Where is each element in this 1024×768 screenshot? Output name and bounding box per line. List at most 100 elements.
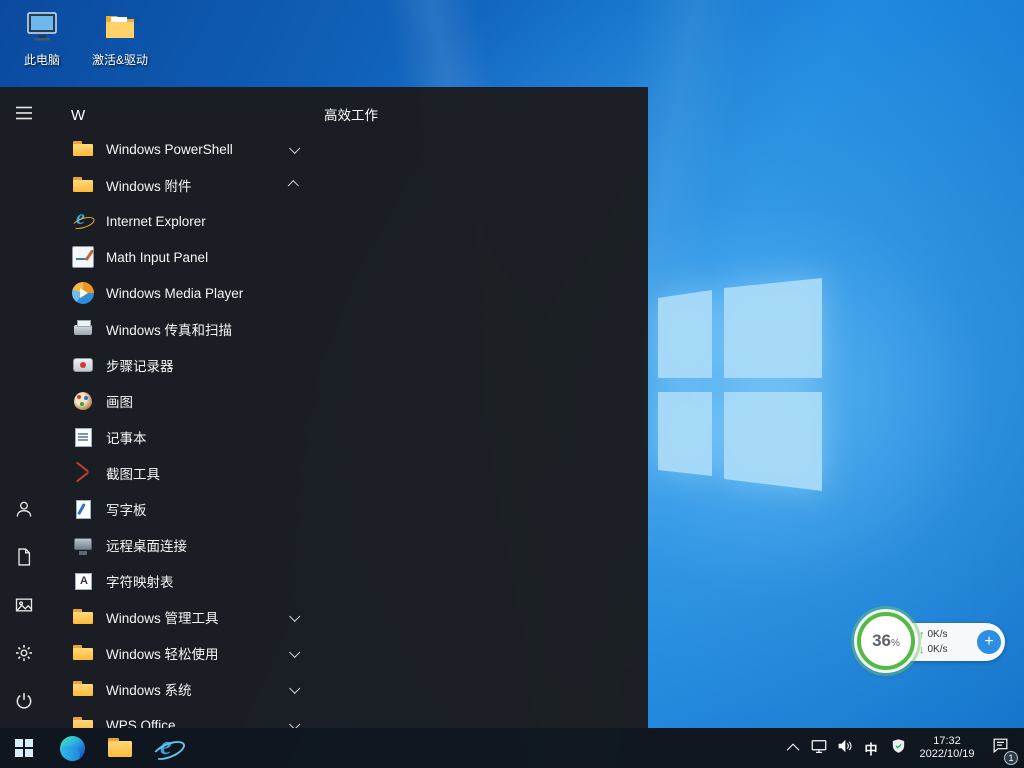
start-menu-item-internet-explorer[interactable]: Internet Explorer: [48, 203, 316, 239]
tray-input-method-button[interactable]: 中: [858, 728, 884, 768]
media-player-icon: [72, 282, 94, 304]
input-method-indicator: 中: [864, 739, 877, 758]
start-menu-item-steps-recorder[interactable]: 步骤记录器: [48, 347, 316, 383]
chevron-down-icon: [289, 143, 300, 154]
internet-explorer-icon: [72, 210, 94, 232]
app-label: Windows 轻松使用: [106, 643, 219, 663]
chevron-down-icon: [289, 719, 300, 728]
clock-time: 17:32: [912, 735, 982, 748]
character-map-icon: [72, 570, 94, 592]
app-label: 远程桌面连接: [106, 535, 187, 555]
start-menu-item-windows-fax-scan[interactable]: Windows 传真和扫描: [48, 311, 316, 347]
steps-recorder-icon: [72, 354, 94, 376]
app-list-letter-header[interactable]: W: [48, 98, 85, 134]
wordpad-icon: [72, 498, 94, 520]
folder-icon: [102, 8, 138, 49]
speed-rows: ↑ 0K/s ↓ 0K/s: [919, 627, 948, 657]
notepad-icon: [72, 426, 94, 448]
app-label: WPS Office: [106, 718, 176, 729]
folder-icon: [72, 678, 94, 700]
folder-icon: [72, 606, 94, 628]
app-label: Math Input Panel: [106, 250, 208, 265]
upload-speed-value: 0K/s: [928, 629, 948, 640]
paint-icon: [72, 390, 94, 412]
desktop-icon-this-pc[interactable]: 此电脑: [6, 8, 78, 68]
start-menu-item-notepad[interactable]: 记事本: [48, 419, 316, 455]
app-label: 画图: [106, 391, 133, 411]
expand-menu-button[interactable]: [0, 91, 48, 139]
start-menu-item-remote-desktop[interactable]: 远程桌面连接: [48, 527, 316, 563]
system-tray: 中 17:32 2022/10/19 1: [782, 728, 1024, 768]
chevron-down-icon: [289, 683, 300, 694]
clock-date: 2022/10/19: [912, 748, 982, 761]
internet-explorer-icon: e: [153, 734, 183, 762]
app-label: 写字板: [106, 499, 147, 519]
desktop-icons: 此电脑 激活&驱动: [6, 8, 156, 68]
taskbar: e 中 17:32 2022/10/19: [0, 728, 1024, 768]
start-menu-item-snipping-tool[interactable]: 截图工具: [48, 455, 316, 491]
download-speed-row: ↓ 0K/s: [919, 642, 948, 657]
start-menu-item-character-map[interactable]: 字符映射表: [48, 563, 316, 599]
tray-volume-button[interactable]: [832, 728, 858, 768]
percent-value: 36: [872, 631, 891, 651]
computer-icon: [24, 8, 60, 49]
app-label: Windows PowerShell: [106, 142, 233, 157]
percent-sign: %: [891, 638, 900, 649]
app-label: Windows 系统: [106, 679, 192, 699]
taskbar-ie-button[interactable]: e: [144, 728, 192, 768]
settings-button[interactable]: [0, 631, 48, 679]
folder-icon: [72, 138, 94, 160]
start-menu-item-wps-office[interactable]: WPS Office: [48, 707, 316, 728]
security-shield-icon: [890, 737, 907, 760]
remote-desktop-icon: [72, 534, 94, 556]
speed-ball-widget[interactable]: ↑ 0K/s ↓ 0K/s + 36 %: [857, 612, 1009, 676]
desktop-icon-activation-driver[interactable]: 激活&驱动: [84, 8, 156, 68]
folder-icon: [72, 714, 94, 728]
action-center-button[interactable]: 1: [982, 728, 1018, 768]
download-speed-value: 0K/s: [928, 644, 948, 655]
start-menu-item-windows-system[interactable]: Windows 系统: [48, 671, 316, 707]
memory-percent-ball[interactable]: 36 %: [857, 612, 915, 670]
pictures-button[interactable]: [0, 583, 48, 631]
app-label: 截图工具: [106, 463, 160, 483]
app-label: 字符映射表: [106, 571, 174, 591]
start-menu-item-math-input-panel[interactable]: Math Input Panel: [48, 239, 316, 275]
chevron-up-icon: [288, 180, 299, 191]
start-menu-item-windows-ease-of-access[interactable]: Windows 轻松使用: [48, 635, 316, 671]
power-button[interactable]: [0, 679, 48, 727]
speaker-icon: [836, 737, 854, 760]
user-account-button[interactable]: [0, 487, 48, 535]
power-icon: [14, 691, 34, 716]
snipping-tool-icon: [72, 462, 94, 484]
start-menu-item-windows-media-player[interactable]: Windows Media Player: [48, 275, 316, 311]
fax-scan-icon: [72, 318, 94, 340]
start-button[interactable]: [0, 728, 48, 768]
app-list: Windows PowerShell Windows 附件 Internet E…: [48, 131, 316, 728]
chevron-down-icon: [289, 647, 300, 658]
tray-network-button[interactable]: [806, 728, 832, 768]
app-label: Windows 附件: [106, 175, 192, 195]
windows-logo-icon: [15, 739, 33, 757]
app-label: 步骤记录器: [106, 355, 174, 375]
network-icon: [810, 737, 828, 760]
start-menu-rail: [0, 87, 48, 728]
app-label: 记事本: [106, 427, 147, 447]
desktop-icon-label: 此电脑: [24, 51, 60, 68]
taskbar-explorer-button[interactable]: [96, 728, 144, 768]
tile-group-header[interactable]: 高效工作: [324, 98, 378, 134]
start-menu-item-windows-admin-tools[interactable]: Windows 管理工具: [48, 599, 316, 635]
tray-security-button[interactable]: [884, 728, 912, 768]
upload-arrow-icon: ↑: [919, 629, 925, 641]
start-menu-item-windows-accessories[interactable]: Windows 附件: [48, 167, 316, 203]
start-menu-item-windows-powershell[interactable]: Windows PowerShell: [48, 131, 316, 167]
tray-clock[interactable]: 17:32 2022/10/19: [912, 735, 982, 761]
plus-button[interactable]: +: [977, 630, 1001, 654]
taskbar-edge-button[interactable]: [48, 728, 96, 768]
start-menu-item-wordpad[interactable]: 写字板: [48, 491, 316, 527]
app-label: Windows Media Player: [106, 286, 243, 301]
chevron-down-icon: [289, 611, 300, 622]
start-menu-item-paint[interactable]: 画图: [48, 383, 316, 419]
file-explorer-icon: [107, 737, 133, 759]
tray-show-hidden-icons-button[interactable]: [782, 728, 806, 768]
documents-button[interactable]: [0, 535, 48, 583]
